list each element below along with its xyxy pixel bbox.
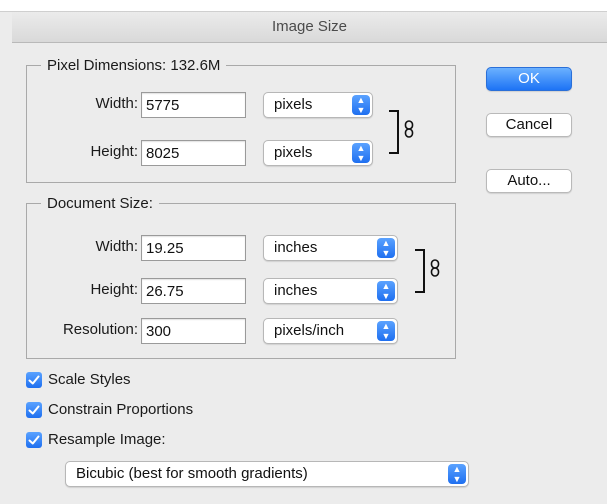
background-strip — [0, 0, 607, 12]
checkmark-icon — [26, 432, 42, 448]
doc-height-unit-value: inches — [274, 282, 318, 299]
doc-width-unit-select[interactable]: inches ▲ ▼ — [263, 235, 398, 261]
resample-method-value: Bicubic (best for smooth gradients) — [76, 465, 308, 482]
resolution-unit-value: pixels/inch — [274, 322, 345, 339]
doc-width-input[interactable] — [141, 235, 246, 261]
pixel-height-unit-select[interactable]: pixels ▲ ▼ — [263, 140, 373, 166]
pixel-height-unit-value: pixels — [274, 144, 313, 161]
pixel-width-unit-value: pixels — [274, 96, 313, 113]
resample-method-select[interactable]: Bicubic (best for smooth gradients) ▲ ▼ — [65, 461, 469, 487]
pixel-dimensions-legend: Pixel Dimensions: 132.6M — [47, 57, 221, 74]
scale-styles-label: Scale Styles — [48, 371, 131, 388]
constrain-proportions-label: Constrain Proportions — [48, 401, 194, 418]
checkmark-icon — [26, 372, 42, 388]
doc-width-label: Width: — [95, 238, 138, 255]
pixel-width-input[interactable] — [141, 92, 246, 118]
resample-image-label: Resample Image: — [48, 431, 166, 448]
ok-button[interactable]: OK — [486, 67, 572, 91]
resample-image-checkbox[interactable]: Resample Image: — [26, 430, 226, 450]
chevron-updown-icon: ▲ ▼ — [377, 321, 395, 341]
doc-width-unit-value: inches — [274, 239, 318, 256]
chevron-updown-icon: ▲ ▼ — [377, 281, 395, 301]
resolution-input[interactable] — [141, 318, 246, 344]
constrain-proportions-checkbox[interactable]: Constrain Proportions — [26, 400, 246, 420]
cancel-button[interactable]: Cancel — [486, 113, 572, 137]
chevron-updown-icon: ▲ ▼ — [377, 238, 395, 258]
pixel-width-unit-select[interactable]: pixels ▲ ▼ — [263, 92, 373, 118]
doc-height-label: Height: — [90, 281, 138, 298]
chevron-updown-icon: ▲ ▼ — [352, 143, 370, 163]
doc-link-bracket — [415, 249, 425, 293]
resolution-label: Resolution: — [62, 321, 138, 338]
pixel-height-input[interactable] — [141, 140, 246, 166]
doc-height-unit-select[interactable]: inches ▲ ▼ — [263, 278, 398, 304]
pixel-width-label: Width: — [95, 95, 138, 112]
document-size-legend: Document Size: — [47, 195, 153, 212]
dialog-body: Pixel Dimensions: 132.6M Width: pixels ▲… — [12, 43, 607, 504]
chevron-updown-icon: ▲ ▼ — [448, 464, 466, 484]
chain-link-icon — [404, 120, 414, 138]
scale-styles-checkbox[interactable]: Scale Styles — [26, 370, 226, 390]
checkmark-icon — [26, 402, 42, 418]
link-bracket — [389, 110, 399, 154]
auto-button[interactable]: Auto... — [486, 169, 572, 193]
window-title: Image Size — [12, 12, 607, 43]
resolution-unit-select[interactable]: pixels/inch ▲ ▼ — [263, 318, 398, 344]
doc-height-input[interactable] — [141, 278, 246, 304]
chevron-updown-icon: ▲ ▼ — [352, 95, 370, 115]
pixel-height-label: Height: — [90, 143, 138, 160]
chain-link-icon — [430, 259, 440, 277]
image-size-dialog: Image Size Pixel Dimensions: 132.6M Widt… — [0, 0, 607, 504]
